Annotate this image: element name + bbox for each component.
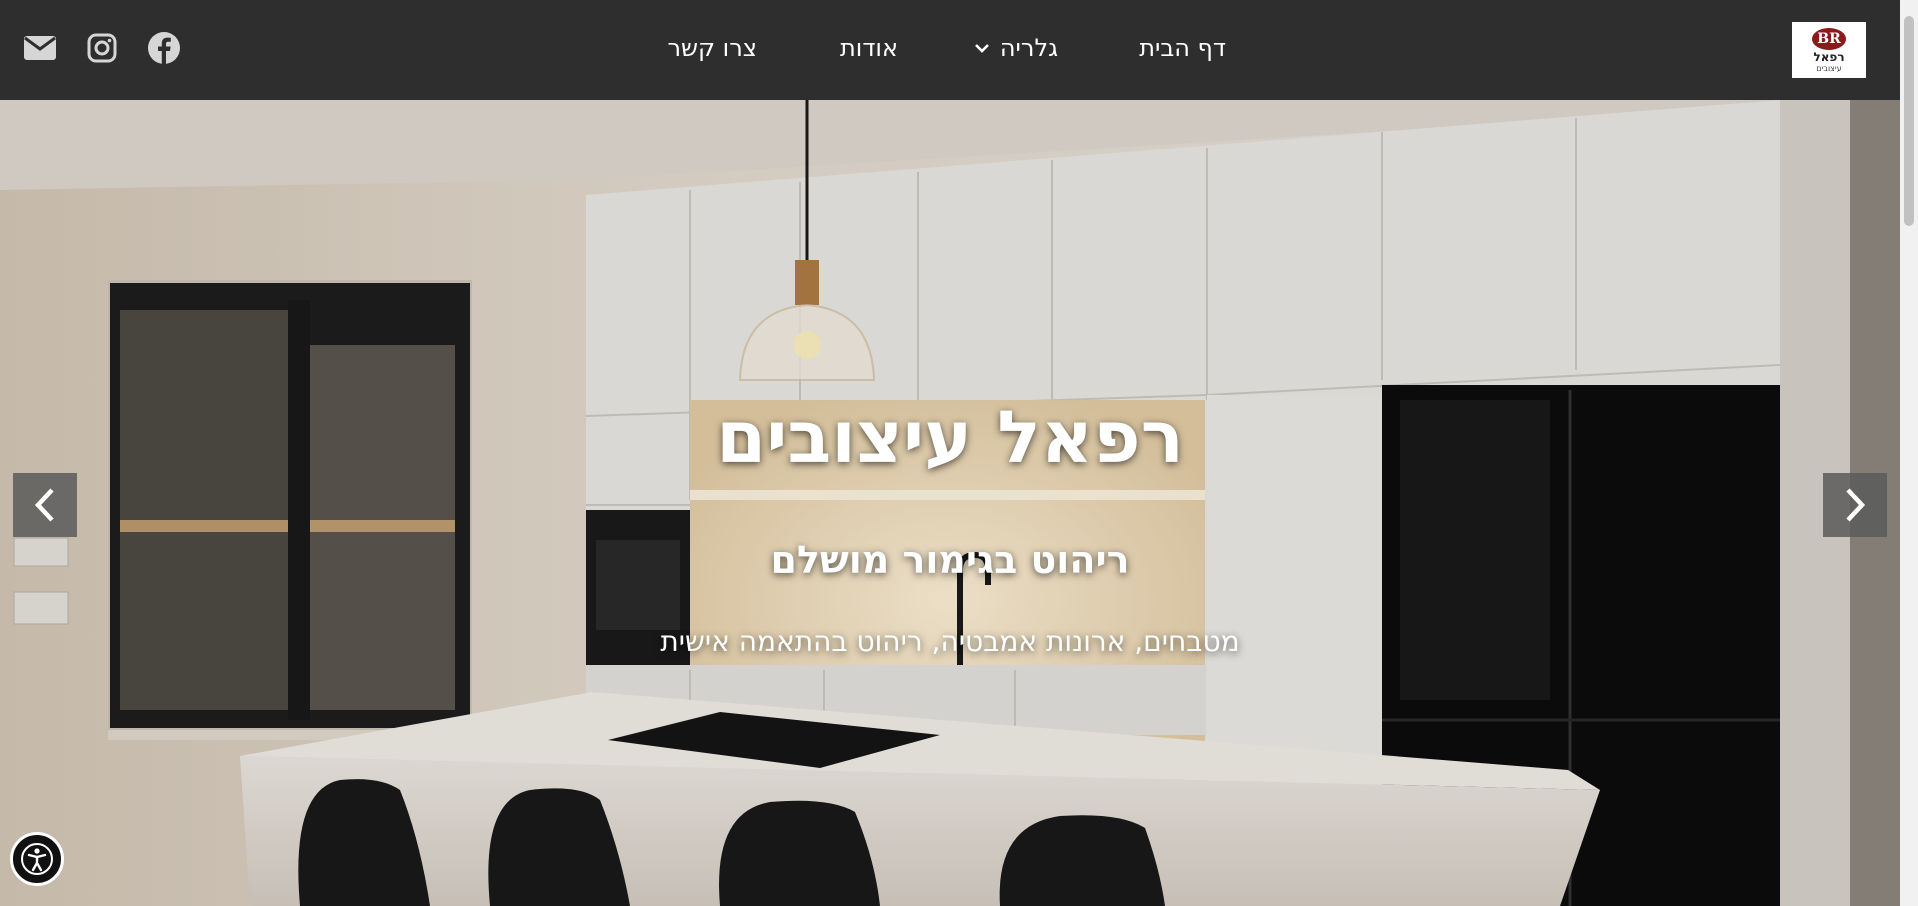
chevron-down-icon: [974, 42, 990, 54]
site-header: דף הבית גלריה אודות צרו קשר BR רפאל עיצו…: [0, 0, 1900, 100]
accessibility-button[interactable]: [10, 832, 64, 886]
accessibility-icon: [20, 842, 54, 876]
hero-subtitle: ריהוט בגימור מושלם: [770, 538, 1130, 582]
logo-name: רפאל: [1813, 49, 1845, 64]
chevron-left-icon: [33, 487, 57, 523]
nav-item-gallery-label: גלריה: [999, 34, 1058, 62]
main-nav: דף הבית גלריה אודות צרו קשר BR רפאל עיצו…: [0, 0, 1900, 100]
nav-item-about-label: אודות: [840, 34, 898, 62]
nav-item-home[interactable]: דף הבית: [1139, 34, 1226, 62]
nav-item-gallery[interactable]: גלריה: [974, 34, 1058, 62]
chevron-right-icon: [1843, 487, 1867, 523]
scrollbar-thumb[interactable]: [1904, 16, 1914, 226]
logo-tagline: עיצובים: [1816, 63, 1842, 73]
hero-title: רפאל עיצובים: [716, 395, 1184, 479]
hero-carousel: [0, 100, 1900, 906]
nav-item-contact[interactable]: צרו קשר: [667, 34, 757, 62]
site-logo[interactable]: BR רפאל עיצובים: [1792, 22, 1866, 78]
nav-item-about[interactable]: אודות: [840, 34, 898, 62]
nav-item-contact-label: צרו קשר: [667, 34, 757, 62]
carousel-prev-button[interactable]: [13, 473, 77, 537]
logo-mark: BR: [1812, 27, 1846, 50]
carousel-next-button[interactable]: [1823, 473, 1887, 537]
page-scrollbar[interactable]: [1900, 0, 1918, 906]
nav-item-home-label: דף הבית: [1139, 34, 1226, 62]
hero-description: מטבחים, ארונות אמבטיה, ריהוט בהתאמה אישי…: [660, 625, 1240, 658]
hero-kitchen-image: [0, 100, 1900, 906]
